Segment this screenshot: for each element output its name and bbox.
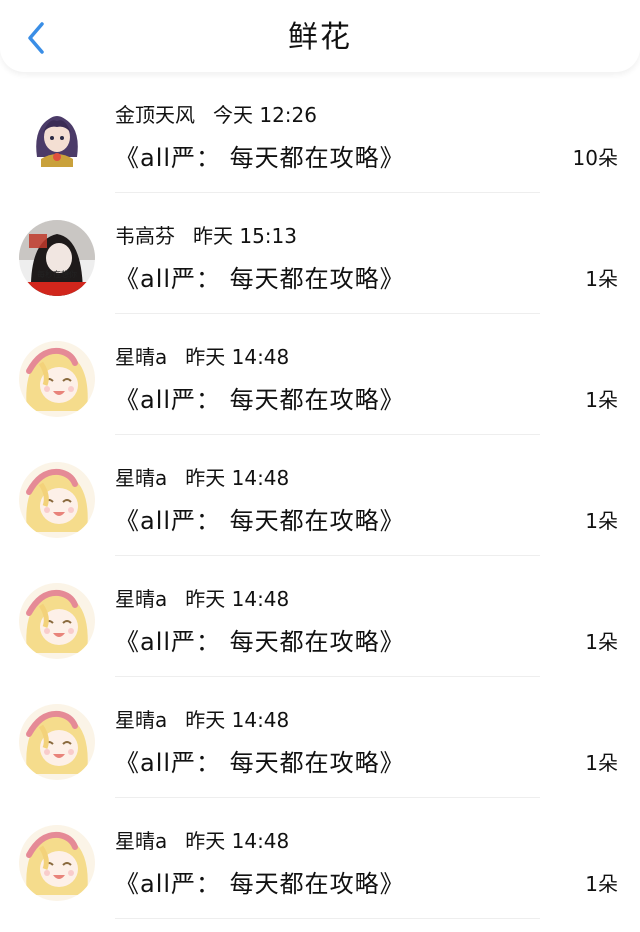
record-meta: 星晴a 昨天 14:48: [115, 465, 289, 491]
row-divider: [115, 918, 540, 919]
avatar[interactable]: [19, 99, 95, 175]
flower-count: 1朵: [585, 630, 618, 654]
record-meta: 星晴a 昨天 14:48: [115, 344, 289, 370]
flowers-page: 鲜花 金顶天风 今天 12:26 《all严： 每天都在攻略》 10朵 每秒在想你 韦…: [0, 0, 640, 932]
book-title[interactable]: 《all严： 每天都在攻略》: [115, 142, 405, 174]
user-name[interactable]: 金顶天风: [115, 103, 195, 127]
page-title: 鲜花: [288, 20, 352, 55]
book-title[interactable]: 《all严： 每天都在攻略》: [115, 505, 405, 537]
user-name[interactable]: 星晴a: [115, 829, 167, 853]
avatar[interactable]: [19, 462, 95, 538]
book-title[interactable]: 《all严： 每天都在攻略》: [115, 747, 405, 779]
book-title[interactable]: 《all严： 每天都在攻略》: [115, 263, 405, 295]
record-meta: 星晴a 昨天 14:48: [115, 828, 289, 854]
header-bar: 鲜花: [0, 0, 640, 72]
timestamp: 昨天 14:48: [185, 345, 290, 369]
record-meta: 韦高芬 昨天 15:13: [115, 223, 297, 249]
list-item[interactable]: 星晴a 昨天 14:48 《all严： 每天都在攻略》 1朵: [0, 556, 640, 677]
timestamp: 昨天 15:13: [193, 224, 297, 248]
user-name[interactable]: 星晴a: [115, 708, 167, 732]
book-title[interactable]: 《all严： 每天都在攻略》: [115, 384, 405, 416]
user-name[interactable]: 星晴a: [115, 345, 167, 369]
list-item[interactable]: 星晴a 昨天 14:48 《all严： 每天都在攻略》 1朵: [0, 435, 640, 556]
user-name[interactable]: 韦高芬: [115, 224, 175, 248]
avatar[interactable]: 每秒在想你: [19, 220, 95, 296]
record-meta: 星晴a 昨天 14:48: [115, 707, 289, 733]
record-meta: 金顶天风 今天 12:26: [115, 102, 317, 128]
flower-count: 1朵: [585, 751, 618, 775]
timestamp: 今天 12:26: [213, 103, 317, 127]
list-item[interactable]: 星晴a 昨天 14:48 《all严： 每天都在攻略》 1朵: [0, 677, 640, 798]
avatar[interactable]: [19, 704, 95, 780]
book-title[interactable]: 《all严： 每天都在攻略》: [115, 626, 405, 658]
timestamp: 昨天 14:48: [185, 708, 290, 732]
flower-count: 1朵: [585, 267, 618, 291]
avatar-caption: 每秒在想你: [37, 269, 77, 279]
record-meta: 星晴a 昨天 14:48: [115, 586, 289, 612]
avatar[interactable]: [19, 341, 95, 417]
avatar[interactable]: [19, 825, 95, 901]
user-name[interactable]: 星晴a: [115, 466, 167, 490]
flower-count: 1朵: [585, 509, 618, 533]
user-name[interactable]: 星晴a: [115, 587, 167, 611]
flower-count: 10朵: [572, 146, 618, 170]
list-item[interactable]: 星晴a 昨天 14:48 《all严： 每天都在攻略》 1朵: [0, 798, 640, 919]
list-item[interactable]: 每秒在想你 韦高芬 昨天 15:13 《all严： 每天都在攻略》 1朵: [0, 193, 640, 314]
timestamp: 昨天 14:48: [185, 466, 290, 490]
book-title[interactable]: 《all严： 每天都在攻略》: [115, 868, 405, 900]
timestamp: 昨天 14:48: [185, 829, 290, 853]
flower-count: 1朵: [585, 388, 618, 412]
avatar[interactable]: [19, 583, 95, 659]
flower-record-list: 金顶天风 今天 12:26 《all严： 每天都在攻略》 10朵 每秒在想你 韦高芬昨…: [0, 72, 640, 932]
flower-count: 1朵: [585, 872, 618, 896]
list-item[interactable]: 星晴a 昨天 14:48 《all严： 每天都在攻略》 1朵: [0, 314, 640, 435]
timestamp: 昨天 14:48: [185, 587, 290, 611]
list-item[interactable]: 金顶天风 今天 12:26 《all严： 每天都在攻略》 10朵: [0, 72, 640, 193]
